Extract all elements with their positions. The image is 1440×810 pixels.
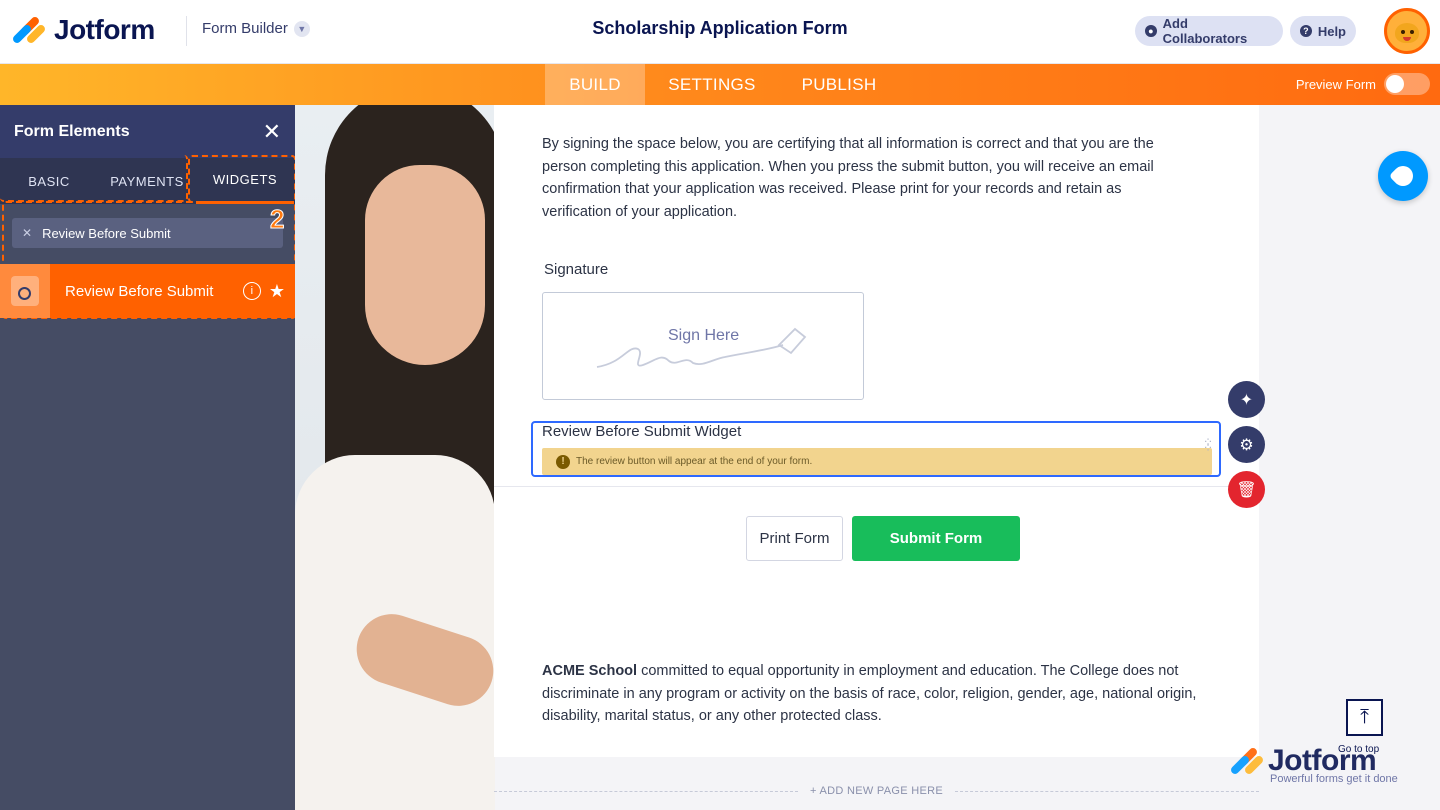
submit-form-button[interactable]: Submit Form <box>852 516 1020 561</box>
widgets-tab-highlight <box>188 155 296 203</box>
form-canvas: By signing the space below, you are cert… <box>295 105 1440 810</box>
jotform-watermark-icon <box>1229 746 1265 776</box>
watermark-tagline: Powerful forms get it done <box>1270 773 1398 785</box>
signature-label: Signature <box>544 261 609 278</box>
review-before-submit-widget[interactable]: Review Before Submit Widget ! The review… <box>531 421 1221 477</box>
tab-settings[interactable]: SETTINGS <box>657 64 767 105</box>
trash-icon[interactable]: 🗑 <box>1228 471 1265 508</box>
paint-roller-icon <box>1388 161 1418 191</box>
preview-form-label: Preview Form <box>1295 76 1376 92</box>
footer-statement: committed to equal opportunity in employ… <box>542 663 1197 724</box>
chevron-down-icon: ▼ <box>293 20 310 37</box>
question-icon: ? <box>1300 25 1312 37</box>
brand-name: Jotform <box>54 14 155 45</box>
preview-form-control: Preview Form <box>1296 73 1430 95</box>
panel-header: Form Elements ✕ <box>0 105 295 158</box>
signature-squiggle-icon <box>596 327 807 368</box>
review-widget-title: Review Before Submit Widget <box>542 423 742 440</box>
warning-icon: ! <box>556 454 570 469</box>
jotform-logo[interactable]: Jotform <box>11 14 155 46</box>
review-widget-note: ! The review button will appear at the e… <box>542 448 1212 475</box>
review-widget-note-text: The review button will appear at the end… <box>576 456 813 467</box>
add-collaborators-label: Add Collaborators <box>1162 16 1248 46</box>
widget-label: Review Before Submit <box>65 282 214 300</box>
go-to-top-button[interactable]: ⤒ <box>1346 699 1383 736</box>
print-form-button[interactable]: Print Form <box>746 516 843 561</box>
add-collaborators-button[interactable]: ● Add Collaborators <box>1135 16 1283 46</box>
form-builder-menu[interactable]: Form Builder ▼ <box>202 20 310 37</box>
user-icon: ● <box>1145 25 1157 37</box>
signature-pad[interactable]: Sign Here <box>542 292 864 400</box>
search-area-highlight-top <box>0 155 188 202</box>
widget-review-before-submit[interactable]: Review Before Submit i ★ <box>0 264 295 318</box>
tab-publish[interactable]: PUBLISH <box>790 64 888 105</box>
step-number-badge: 2 <box>269 204 285 235</box>
student-photo <box>295 105 495 810</box>
top-bar: Jotform Form Builder ▼ Scholarship Appli… <box>0 0 1440 64</box>
preview-form-toggle[interactable] <box>1384 73 1430 95</box>
magnifier-icon <box>0 264 50 318</box>
form-card: By signing the space below, you are cert… <box>494 105 1259 757</box>
header-divider <box>186 16 187 46</box>
tab-build[interactable]: BUILD <box>545 64 645 105</box>
jotform-logo-icon <box>11 15 47 45</box>
form-builder-label: Form Builder <box>202 20 288 37</box>
form-title-edit-area[interactable] <box>590 14 854 46</box>
panel-title: Form Elements <box>14 122 130 140</box>
go-to-top-label: Go to top <box>1338 744 1380 755</box>
gear-icon[interactable]: ⚙ <box>1228 426 1265 463</box>
help-button[interactable]: ? Help <box>1290 16 1356 46</box>
divider <box>494 486 1259 487</box>
close-icon[interactable]: ✕ <box>263 120 281 143</box>
footer-org-name: ACME School <box>542 663 638 679</box>
add-new-page-label: + ADD NEW PAGE HERE <box>810 785 943 797</box>
magic-wand-icon[interactable]: ✦ <box>1228 381 1265 418</box>
info-icon[interactable]: i <box>242 282 261 300</box>
builder-nav: BUILD SETTINGS PUBLISH Preview Form <box>0 64 1440 105</box>
arrow-up-icon: ⤒ <box>1360 706 1369 728</box>
avatar[interactable] <box>1384 8 1430 54</box>
add-new-page[interactable]: + ADD NEW PAGE HERE <box>494 785 1260 797</box>
drag-handle-icon[interactable]: ⁘ ⁘ <box>1203 436 1213 454</box>
form-designer-button[interactable] <box>1378 151 1428 201</box>
equal-opportunity-text: ACME School committed to equal opportuni… <box>542 660 1207 728</box>
certification-text: By signing the space below, you are cert… <box>542 136 1154 220</box>
star-icon[interactable]: ★ <box>269 281 285 302</box>
help-label: Help <box>1317 23 1346 39</box>
